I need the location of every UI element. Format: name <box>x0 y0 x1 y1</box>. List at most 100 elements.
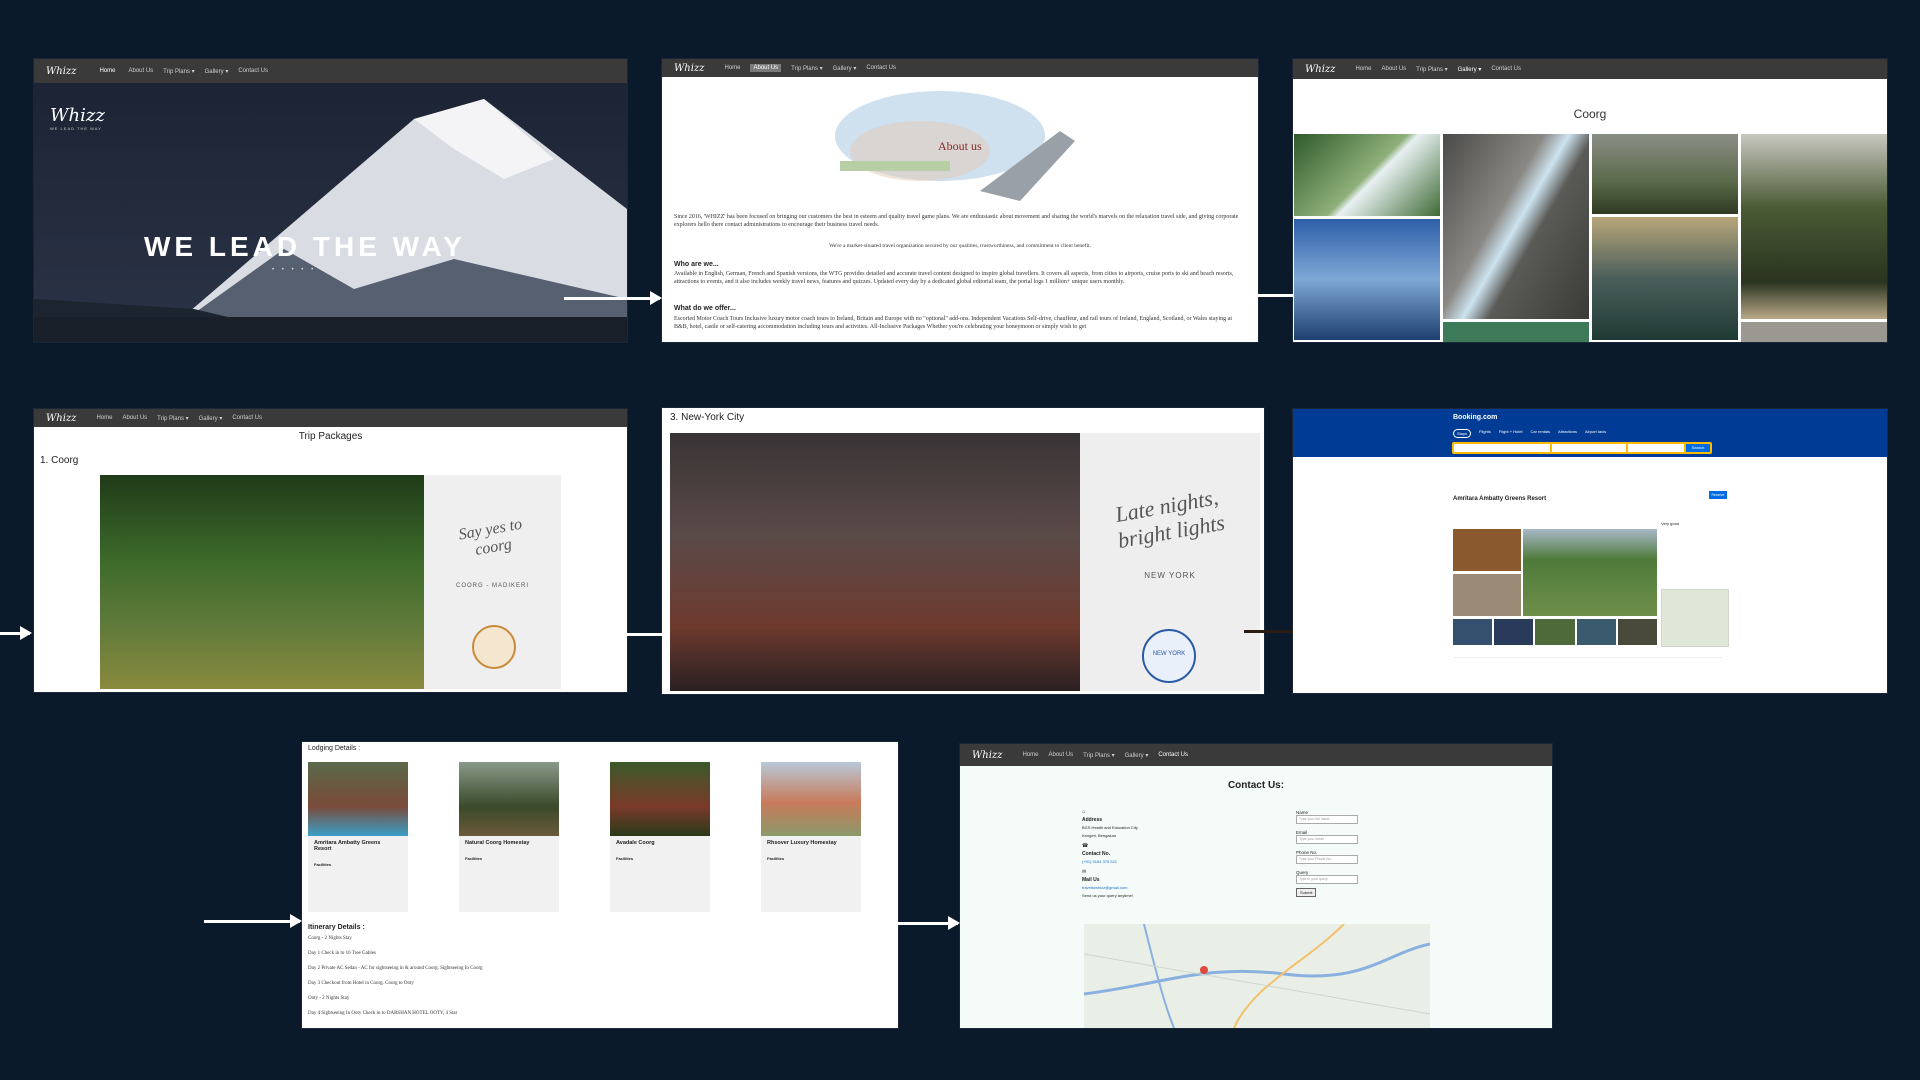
hero-headline: WE LEAD THE WAY <box>144 231 466 262</box>
gallery-image[interactable] <box>1294 134 1440 216</box>
email-field[interactable]: Type your email <box>1296 835 1358 844</box>
hero-panel: Whizz Home About Us Trip Plans ▾ Gallery… <box>34 59 627 342</box>
gallery-image[interactable] <box>1443 322 1589 342</box>
site-logo[interactable]: Whizz <box>972 750 1002 761</box>
hero-logo-text: Whizz <box>50 105 105 126</box>
nyc-package-card[interactable]: Late nights, bright lights NEW YORK NEW … <box>1080 433 1260 691</box>
nav-home[interactable]: Home <box>1355 66 1371 72</box>
name-field[interactable]: Type your full name <box>1296 815 1358 824</box>
itinerary-item: Ooty - 2 Nights Stay <box>308 996 350 1001</box>
nav-about[interactable]: About Us <box>122 415 147 421</box>
gallery-image[interactable] <box>1741 322 1887 342</box>
gallery-image[interactable] <box>1592 217 1738 340</box>
coorg-package-image[interactable] <box>100 475 425 689</box>
phone-number[interactable]: (+91) 9164 375 521 <box>1082 858 1262 866</box>
nav-about[interactable]: About Us <box>1048 752 1073 758</box>
booking-dates-input[interactable] <box>1552 444 1626 452</box>
booking-photo[interactable] <box>1453 619 1493 645</box>
nav-contact[interactable]: Contact Us <box>238 68 268 74</box>
nav-gallery[interactable]: Gallery ▾ <box>199 415 223 422</box>
lodging-name: Amritara Ambatty Greens Resort <box>314 840 381 852</box>
booking-tab[interactable]: Flight + Hotel <box>1499 429 1523 438</box>
nav-trip-plans[interactable]: Trip Plans ▾ <box>1083 752 1114 759</box>
submit-button[interactable]: Submit <box>1296 888 1317 897</box>
booking-search-button[interactable]: Search <box>1686 444 1710 452</box>
booking-tab[interactable]: Airport taxis <box>1585 429 1606 438</box>
booking-destination-input[interactable] <box>1454 444 1550 452</box>
nav-gallery[interactable]: Gallery ▾ <box>1458 66 1482 73</box>
map-pin-icon <box>1200 966 1208 974</box>
nav-trip-plans[interactable]: Trip Plans ▾ <box>791 65 822 72</box>
itinerary-list: Coorg - 2 Nights Stay Day 1 Check in to … <box>308 936 888 1026</box>
lodging-title: Lodging Details : <box>308 745 361 752</box>
nav-home[interactable]: Home <box>724 65 740 71</box>
booking-tab[interactable]: Car rentals <box>1530 429 1550 438</box>
booking-tab[interactable]: Attractions <box>1558 429 1577 438</box>
nav-trip-plans[interactable]: Trip Plans ▾ <box>1416 66 1447 73</box>
booking-guests-input[interactable] <box>1628 444 1684 452</box>
itinerary-item: Day 2 Private AC Sedan - AC for sightsee… <box>308 966 483 971</box>
packages-section: 1. Coorg <box>40 455 79 466</box>
mail-icon: ✉ <box>1082 869 1087 875</box>
site-logo[interactable]: Whizz <box>674 63 704 74</box>
query-field[interactable]: Type in your query <box>1296 875 1358 884</box>
itinerary-item: Day 3 Checkout from Hotel in Coorg. Coor… <box>308 981 414 986</box>
mail-address[interactable]: traveltowhizz@gmail.com <box>1082 884 1262 892</box>
nav-about[interactable]: About Us <box>1381 66 1406 72</box>
nav-home[interactable]: Home <box>1022 752 1038 758</box>
nav-contact[interactable]: Contact Us <box>232 415 262 421</box>
gallery-grid <box>1293 134 1887 342</box>
booking-photo[interactable] <box>1453 574 1521 616</box>
gallery-image[interactable] <box>1443 134 1589 319</box>
site-logo[interactable]: Whizz <box>46 413 76 424</box>
lodging-image <box>761 762 861 836</box>
nyc-package-image[interactable] <box>670 433 1084 691</box>
gallery-image[interactable] <box>1741 134 1887 319</box>
lodging-facilities: Facilities <box>616 856 634 861</box>
coorg-card-sub: COORG - MADIKERI <box>455 583 529 589</box>
nav-about[interactable]: About Us <box>750 64 782 72</box>
booking-map[interactable] <box>1661 589 1729 647</box>
booking-photo[interactable] <box>1494 619 1534 645</box>
address-line: BGS Health and Education City <box>1082 825 1138 830</box>
booking-brand[interactable]: Booking.com <box>1453 414 1497 421</box>
booking-tab[interactable]: Stays <box>1453 429 1472 438</box>
nav-trip-plans[interactable]: Trip Plans ▾ <box>163 68 194 75</box>
gallery-image[interactable] <box>1294 219 1440 340</box>
nav-contact[interactable]: Contact Us <box>1158 752 1188 758</box>
nyc-stamp-text: NEW YORK <box>1152 651 1186 657</box>
booking-reserve-button[interactable]: Reserve <box>1709 491 1727 499</box>
about-panel: Whizz Home About Us Trip Plans ▾ Gallery… <box>662 59 1258 342</box>
booking-tab[interactable]: Flights <box>1479 429 1491 438</box>
nav-gallery[interactable]: Gallery ▾ <box>833 65 857 72</box>
nav-about[interactable]: About Us <box>128 68 153 74</box>
booking-photo[interactable] <box>1453 529 1521 571</box>
lodging-card[interactable]: Rhsover Luxury Homestay Facilities <box>761 762 861 912</box>
nav-gallery[interactable]: Gallery ▾ <box>205 68 229 75</box>
lodging-card[interactable]: Amritara Ambatty Greens Resort Facilitie… <box>308 762 408 912</box>
site-logo[interactable]: Whizz <box>1305 64 1335 75</box>
coorg-package-card[interactable]: Say yes to coorg COORG - MADIKERI <box>424 475 561 689</box>
lodging-card[interactable]: Avadale Coorg Facilities <box>610 762 710 912</box>
lodging-name: Avadale Coorg <box>616 840 655 846</box>
nav-contact[interactable]: Contact Us <box>1491 66 1521 72</box>
gallery-panel: Whizz Home About Us Trip Plans ▾ Gallery… <box>1293 59 1887 342</box>
booking-photo[interactable] <box>1617 619 1658 645</box>
booking-photo[interactable] <box>1576 619 1616 645</box>
lodging-name: Rhsover Luxury Homestay <box>767 840 837 846</box>
location-map[interactable] <box>1083 923 1431 1028</box>
gallery-image[interactable] <box>1592 134 1738 214</box>
lodging-card[interactable]: Natural Coorg Homestay Facilities <box>459 762 559 912</box>
booking-photo-main[interactable] <box>1523 529 1657 616</box>
nav-trip-plans[interactable]: Trip Plans ▾ <box>157 415 188 422</box>
booking-rating: Very good <box>1661 521 1680 526</box>
nav-home[interactable]: Home <box>96 67 118 75</box>
nav-home[interactable]: Home <box>96 415 112 421</box>
nav-gallery[interactable]: Gallery ▾ <box>1125 752 1149 759</box>
site-logo[interactable]: Whizz <box>46 66 76 77</box>
nav-contact[interactable]: Contact Us <box>866 65 896 71</box>
phone-field[interactable]: Type your Phone No. <box>1296 855 1358 864</box>
booking-photo[interactable] <box>1535 619 1575 645</box>
mountain-image <box>34 59 627 342</box>
hero-navbar: Whizz Home About Us Trip Plans ▾ Gallery… <box>34 59 627 83</box>
